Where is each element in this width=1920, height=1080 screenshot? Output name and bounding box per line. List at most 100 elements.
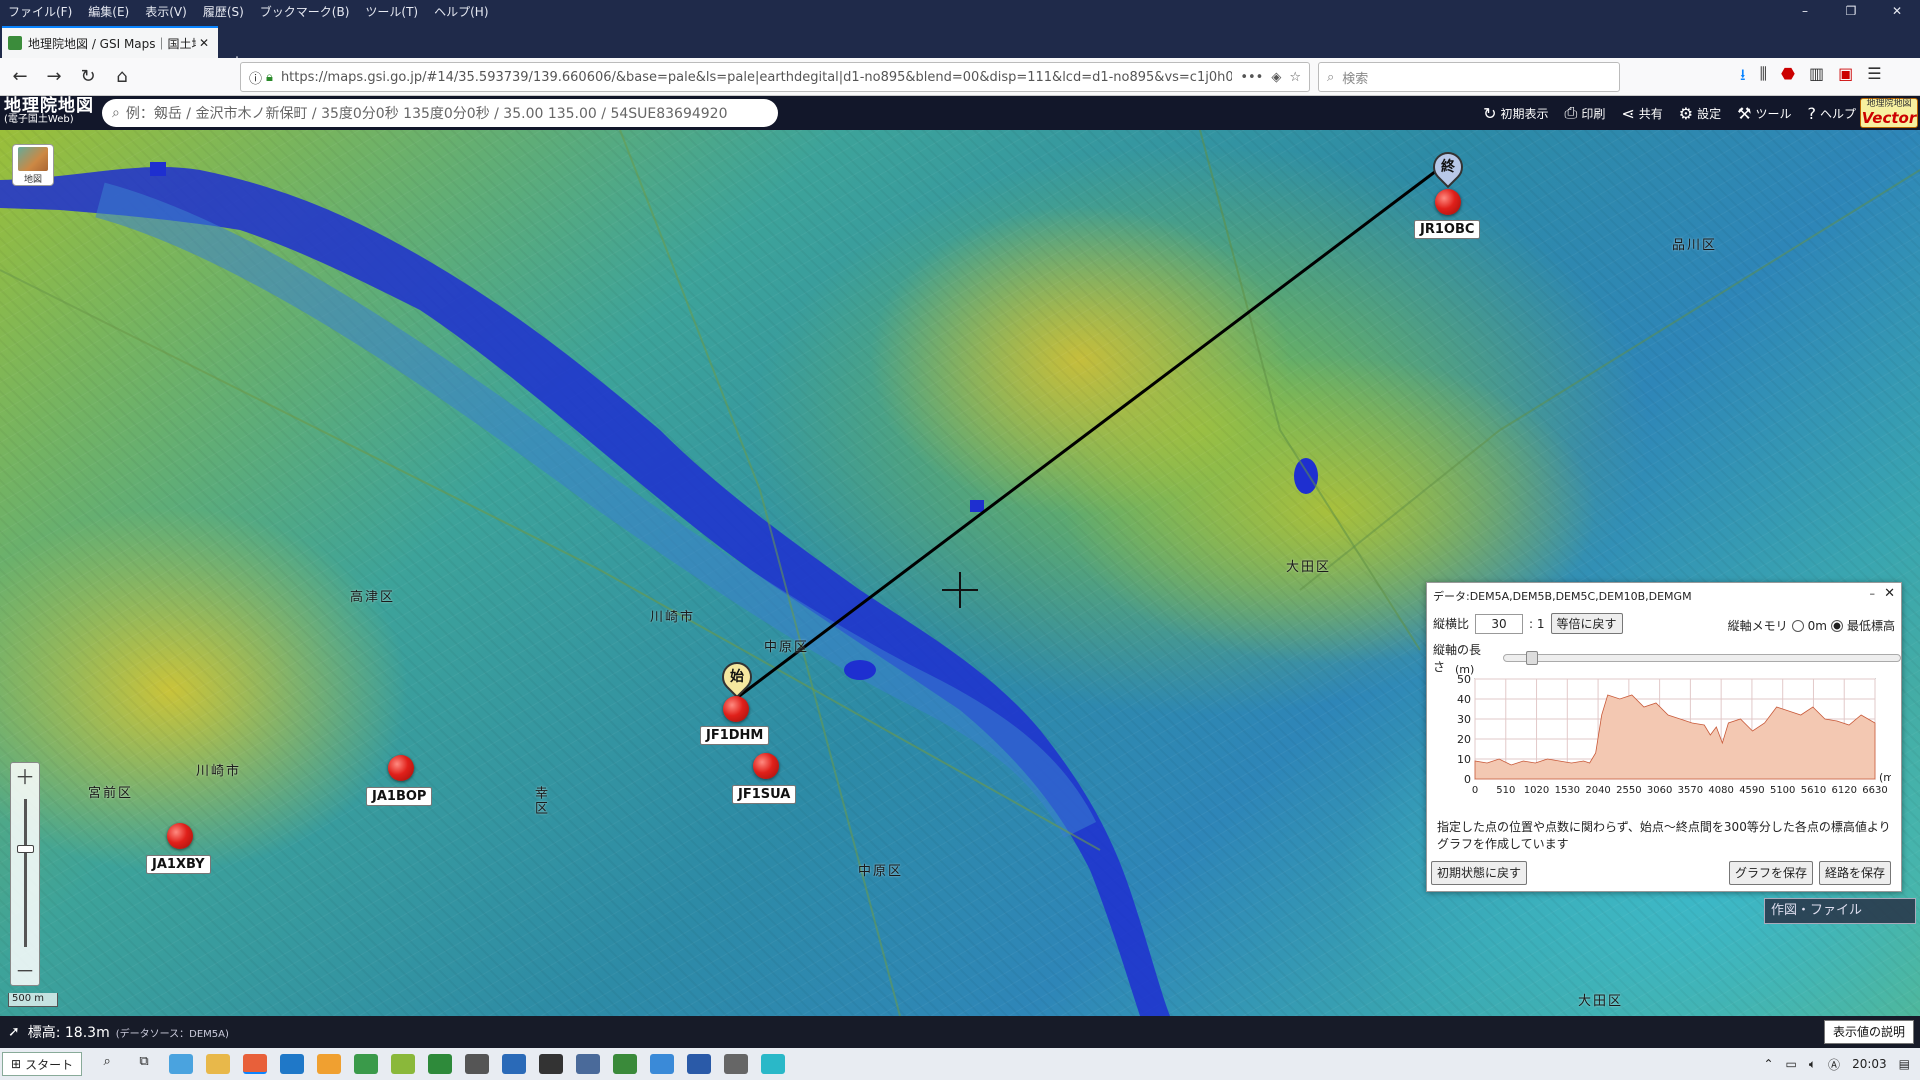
share-label: 共有 [1638, 106, 1663, 121]
gsi-favicon-icon [8, 36, 22, 50]
elevation-chart: 010203040500 510 1020 1530 2040 2550 3060 3570 4… [1455, 663, 1891, 796]
restore-window-icon[interactable]: ❐ [1828, 0, 1874, 22]
help-button[interactable]: ? ヘルプ [1807, 104, 1856, 123]
pond [844, 660, 876, 680]
start-pin-label: 始 [730, 669, 744, 685]
save-route-button[interactable]: 経路を保存 [1819, 861, 1892, 885]
app-taskbar-icon[interactable] [502, 1054, 527, 1074]
station-marker-ja1xby[interactable] [167, 823, 193, 849]
menu-history[interactable]: 履歴(S) [195, 3, 252, 20]
sidebar-icon[interactable]: ▥ [1809, 64, 1824, 91]
settings-button[interactable]: ⚙ 設定 [1679, 104, 1721, 123]
app-taskbar-icon[interactable] [724, 1054, 749, 1074]
map-layers-button[interactable]: 地図 [12, 144, 54, 186]
bookmark-star-icon[interactable]: ☆ [1289, 70, 1301, 85]
reload-icon[interactable]: ↻ [74, 63, 102, 91]
firefox-taskbar-icon[interactable] [243, 1054, 268, 1074]
edge-taskbar-icon[interactable] [280, 1054, 305, 1074]
pond [1294, 458, 1318, 494]
tab-close-icon[interactable]: ✕ [196, 36, 212, 50]
clock[interactable]: 20:03 [1852, 1057, 1887, 1071]
downloads-icon[interactable]: ⭳ [1740, 64, 1746, 91]
station-marker-ja1bop[interactable] [388, 755, 414, 781]
axis-min-radio[interactable] [1830, 619, 1843, 632]
print-button[interactable]: ⎙ 印刷 [1565, 103, 1606, 123]
save-graph-button[interactable]: グラフを保存 [1729, 861, 1814, 885]
station-marker-jf1dhm[interactable] [723, 696, 749, 722]
app-taskbar-icon[interactable] [465, 1054, 490, 1074]
start-button[interactable]: ⊞ スタート [2, 1052, 83, 1076]
tab-gsi-maps[interactable]: 地理院地図 / GSI Maps｜国土地 ✕ [2, 26, 218, 58]
menu-tools[interactable]: ツール(T) [357, 3, 426, 20]
hamburger-menu-icon[interactable]: ☰ [1867, 64, 1881, 91]
zoom-slider-handle[interactable] [17, 845, 34, 853]
zoom-in-button[interactable]: ＋ [11, 763, 39, 791]
place-search-input[interactable]: ⌕ 例：剱岳 / 金沢市木ノ新保町 / 35度0分0秒 135度0分0秒 / 3… [102, 99, 778, 127]
search-icon: ⌕ [1327, 69, 1335, 85]
station-marker-jf1sua[interactable] [753, 753, 779, 779]
close-panel-icon[interactable]: ✕ [1884, 586, 1895, 601]
gsi-vector-button[interactable]: 地理院地図 Vector [1860, 98, 1918, 128]
app-taskbar-icon[interactable] [650, 1054, 675, 1074]
reset-profile-button[interactable]: 初期状態に戻す [1431, 861, 1528, 885]
extension-icon[interactable]: ▣ [1838, 64, 1853, 91]
app-taskbar-icon[interactable] [613, 1054, 638, 1074]
app-taskbar-icon[interactable] [428, 1054, 453, 1074]
app-taskbar-icon[interactable] [539, 1054, 564, 1074]
app-taskbar-icon[interactable] [687, 1054, 712, 1074]
menu-edit[interactable]: 編集(E) [80, 3, 137, 20]
app-taskbar-icon[interactable] [391, 1054, 416, 1074]
tray-chevron-icon[interactable]: ⌃ [1763, 1057, 1773, 1071]
search-box[interactable]: ⌕ 検索 [1318, 62, 1620, 92]
draw-file-button[interactable]: 作図・ファイル [1764, 898, 1916, 924]
forward-icon[interactable]: → [40, 63, 68, 91]
place-label: 川崎市 [650, 610, 696, 625]
station-marker-jr1obc[interactable] [1435, 189, 1461, 215]
ime-icon[interactable]: Ⓐ [1828, 1056, 1840, 1073]
windows-logo-icon: ⊞ [11, 1057, 22, 1071]
volume-icon[interactable]: 🔈︎ [1809, 1057, 1816, 1072]
home-icon[interactable]: ⌂ [108, 63, 136, 91]
page-actions-icon[interactable]: ••• [1240, 70, 1263, 85]
equal-scale-button[interactable]: 等倍に戻す [1550, 613, 1623, 634]
pocket-icon[interactable]: ◈ [1271, 70, 1281, 85]
explain-values-button[interactable]: 表示値の説明 [1823, 1020, 1914, 1044]
gsi-logo[interactable]: 地理院地図 (電子国土Web) [0, 98, 100, 127]
explorer-taskbar-icon[interactable] [206, 1054, 231, 1074]
y-tick-label: 10 [1457, 753, 1471, 766]
profile-note: 指定した点の位置や点数に関わらず、始点～終点間を300等分した各点の標高値よりグ… [1437, 820, 1891, 851]
close-window-icon[interactable]: ✕ [1874, 0, 1920, 22]
app-taskbar-icon[interactable] [576, 1054, 601, 1074]
zoom-out-button[interactable]: － [11, 957, 39, 985]
task-view-icon[interactable]: ⧉ [132, 1054, 156, 1074]
back-icon[interactable]: ← [6, 63, 34, 91]
axis-memory-label: 縦軸メモリ [1727, 619, 1788, 633]
url-text[interactable]: https://maps.gsi.go.jp/#14/35.593739/139… [281, 70, 1232, 85]
aspect-ratio-input[interactable]: 30 [1475, 613, 1524, 634]
place-label: 中原区 [858, 864, 904, 879]
app-taskbar-icon[interactable] [354, 1054, 379, 1074]
notification-icon[interactable]: ▤ [1899, 1057, 1910, 1071]
menu-bookmarks[interactable]: ブックマーク(B) [252, 3, 358, 20]
reset-view-button[interactable]: ↻ 初期表示 [1483, 104, 1548, 123]
menu-file[interactable]: ファイル(F) [0, 3, 80, 20]
library-icon[interactable]: ⫼ [1760, 64, 1767, 91]
network-icon[interactable]: ▭ [1786, 1057, 1797, 1071]
elevation-arrow-icon[interactable]: ➚ [8, 1024, 20, 1040]
axis-zero-radio[interactable] [1791, 619, 1804, 632]
ie-taskbar-icon[interactable] [169, 1054, 194, 1074]
menu-help[interactable]: ヘルプ(H) [426, 3, 496, 20]
adblock-icon[interactable]: ⬣ [1781, 64, 1795, 91]
x-tick-label: 5610 [1801, 785, 1826, 796]
search-taskbar-icon[interactable]: ⌕ [95, 1054, 119, 1074]
share-button[interactable]: ⋖ 共有 [1621, 104, 1662, 123]
minimize-panel-icon[interactable]: – [1870, 587, 1876, 600]
tools-button[interactable]: ⚒ ツール [1737, 104, 1791, 123]
app-taskbar-icon[interactable] [761, 1054, 786, 1074]
minimize-window-icon[interactable]: – [1782, 0, 1828, 22]
zoom-slider-track[interactable] [24, 799, 27, 947]
app-taskbar-icon[interactable] [317, 1054, 342, 1074]
menu-view[interactable]: 表示(V) [137, 3, 195, 20]
url-bar[interactable]: ⓘ 🔒︎ https://maps.gsi.go.jp/#14/35.59373… [240, 62, 1310, 92]
info-icon[interactable]: ⓘ [249, 68, 262, 87]
